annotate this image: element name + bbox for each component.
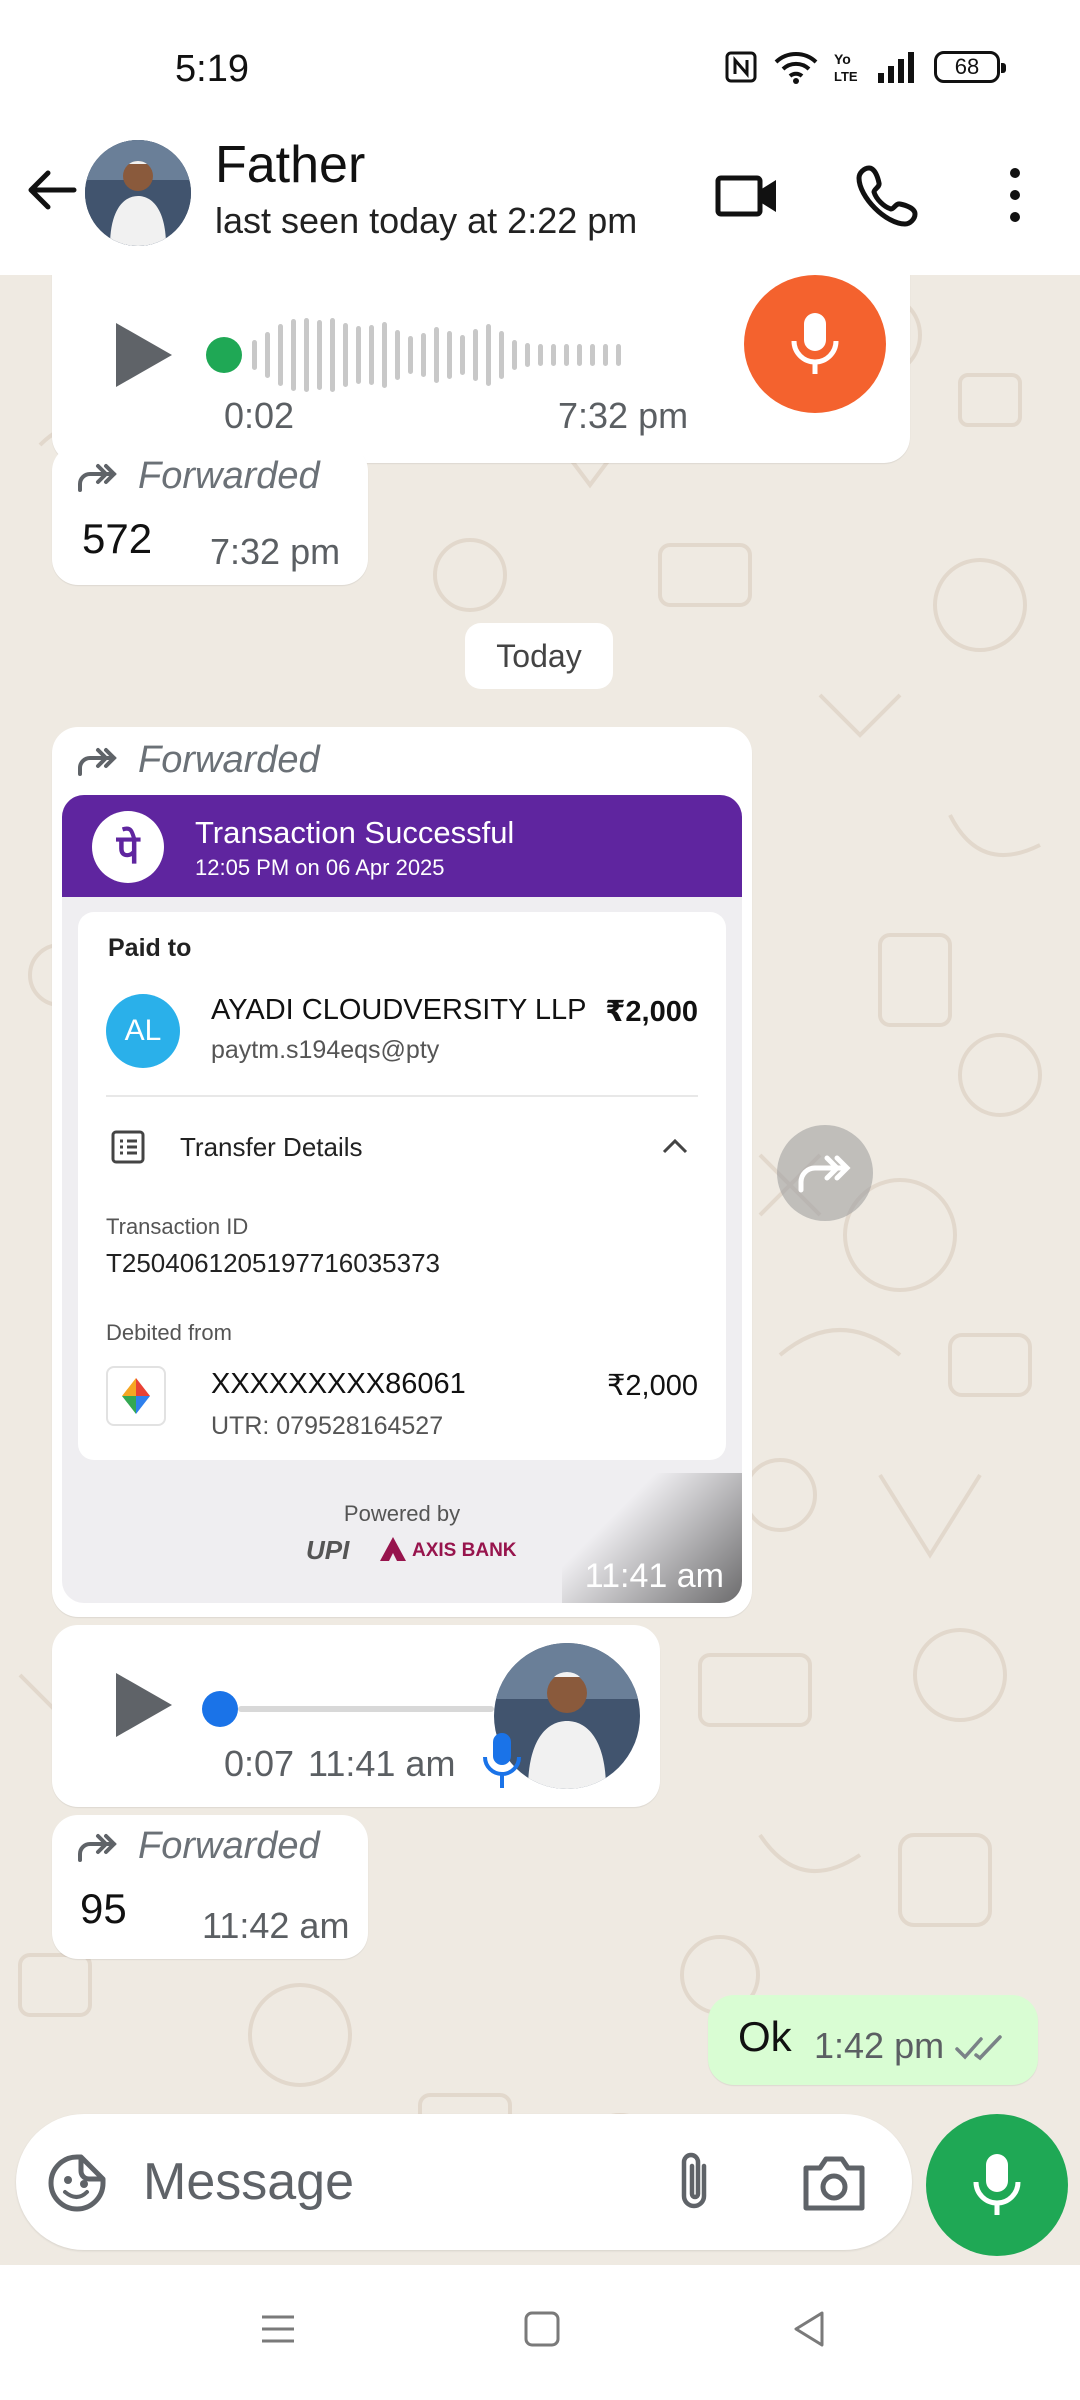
status-icons: Yo LTE 68	[724, 50, 1006, 84]
message-time: 7:32 pm	[558, 395, 689, 436]
system-nav-bar	[0, 2265, 1080, 2400]
message-input-bar[interactable]: Message	[16, 2114, 912, 2250]
forward-arrow-icon	[78, 1833, 117, 1862]
wifi-icon	[774, 52, 818, 84]
forward-arrow-icon	[78, 463, 117, 492]
message-text: 95	[80, 1885, 127, 1932]
outgoing-message-bubble[interactable]: Ok 1:42 pm	[708, 1995, 1038, 2085]
play-icon[interactable]	[108, 315, 178, 395]
payee-amount: ₹2,000	[605, 996, 698, 1028]
message-time: 11:42 am	[202, 1905, 350, 1946]
nfc-icon	[725, 51, 757, 83]
camera-icon[interactable]	[802, 2154, 866, 2212]
mic-icon	[791, 313, 839, 374]
voice-progress-dot[interactable]	[202, 1691, 238, 1727]
transaction-datetime: 12:05 PM on 06 Apr 2025	[195, 855, 445, 880]
voice-waveform[interactable]	[252, 317, 621, 393]
attach-icon[interactable]	[674, 2150, 714, 2216]
utr-number: UTR: 079528164527	[211, 1412, 444, 1440]
debited-account: XXXXXXXXX86061	[211, 1368, 466, 1400]
svg-text:LTE: LTE	[834, 69, 858, 84]
forwarded-label: Forwarded	[138, 455, 320, 497]
forwarded-label: Forwarded	[138, 1825, 320, 1867]
contact-avatar[interactable]	[85, 140, 191, 246]
receipt-header: पे Transaction Successful 12:05 PM on 06…	[62, 795, 742, 897]
message-time: 7:32 pm	[210, 531, 341, 572]
forwarded-message-bubble[interactable]: Forwarded 572 7:32 pm	[52, 445, 368, 585]
bank-logo-icon	[106, 1366, 166, 1426]
payee-avatar: AL	[106, 994, 180, 1068]
back-nav-icon[interactable]	[788, 2309, 828, 2349]
voice-call-icon[interactable]	[853, 160, 923, 230]
payee-upi-id: paytm.s194eqs@pty	[211, 1036, 440, 1064]
message-text: 572	[82, 515, 153, 562]
voice-message-bubble[interactable]: 0:07 11:41 am	[52, 1625, 660, 1807]
message-time: 11:41 am	[308, 1743, 456, 1784]
transaction-id: T2504061205197716035373	[106, 1248, 441, 1278]
share-forward-button[interactable]	[777, 1125, 873, 1221]
video-call-icon[interactable]	[712, 160, 782, 230]
voice-duration: 0:02	[224, 395, 295, 436]
receipt-list-icon	[111, 1130, 145, 1164]
date-divider: Today	[465, 623, 613, 689]
axis-bank-logo-icon	[380, 1537, 406, 1561]
svg-text:Yo: Yo	[834, 51, 851, 67]
payee-name: AYADI CLOUDVERSITY LLP	[211, 994, 587, 1026]
voice-duration: 0:07	[224, 1743, 295, 1784]
axis-bank-logo: AXIS BANK	[412, 1540, 517, 1561]
transaction-status: Transaction Successful	[195, 815, 515, 850]
transfer-details-label: Transfer Details	[180, 1132, 363, 1162]
battery-icon: 68	[934, 51, 1006, 83]
debited-from-label: Debited from	[106, 1320, 232, 1345]
voice-progress-track[interactable]	[238, 1706, 494, 1712]
play-icon[interactable]	[108, 1665, 178, 1745]
last-seen-status: last seen today at 2:22 pm	[215, 200, 638, 241]
forward-arrow-icon	[78, 747, 117, 776]
more-options-icon[interactable]	[980, 160, 1050, 230]
status-time: 5:19	[175, 48, 249, 90]
message-input[interactable]: Message	[143, 2152, 354, 2212]
divider	[106, 1095, 698, 1097]
phonepe-logo-icon: पे	[92, 811, 164, 883]
upi-logo: UPI	[306, 1535, 350, 1565]
payment-receipt-image[interactable]: पे Transaction Successful 12:05 PM on 06…	[62, 795, 742, 1603]
signal-icon	[878, 52, 914, 83]
home-icon[interactable]	[522, 2309, 562, 2349]
receipt-footer: Powered by UPI AXIS BANK 11:41 am	[62, 1473, 742, 1603]
read-receipt-icon	[955, 2035, 1002, 2061]
voice-mic-badge-icon	[483, 1733, 521, 1788]
forward-arrow-icon	[798, 1155, 851, 1193]
forwarded-label: Forwarded	[138, 739, 320, 781]
sticker-icon[interactable]	[46, 2152, 108, 2214]
debited-amount: ₹2,000	[606, 1370, 698, 1402]
chevron-up-icon	[662, 1138, 688, 1154]
recents-menu-icon[interactable]	[258, 2309, 298, 2349]
forwarded-message-bubble[interactable]: Forwarded 95 11:42 am	[52, 1815, 368, 1959]
paid-to-label: Paid to	[108, 934, 192, 962]
back-arrow-icon[interactable]	[22, 160, 82, 220]
message-time: 11:41 am	[584, 1557, 724, 1595]
record-voice-button[interactable]	[744, 275, 886, 413]
message-time: 1:42 pm	[814, 2025, 945, 2066]
message-text: Ok	[738, 2013, 792, 2060]
receipt-details: Paid to AL AYADI CLOUDVERSITY LLP ₹2,000…	[78, 912, 726, 1460]
voice-record-button[interactable]	[926, 2114, 1068, 2256]
volte-icon: Yo LTE	[834, 51, 858, 84]
mic-icon	[973, 2154, 1021, 2215]
voice-progress-dot[interactable]	[206, 337, 242, 373]
chat-header: Father last seen today at 2:22 pm	[0, 130, 1080, 275]
contact-name[interactable]: Father	[215, 135, 365, 195]
transaction-id-label: Transaction ID	[106, 1214, 249, 1239]
chat-area[interactable]: 0:02 7:32 pm Forwarded 572 7:32 pm Today…	[0, 275, 1080, 2265]
status-bar: 5:19 Yo LTE 68	[0, 0, 1080, 140]
